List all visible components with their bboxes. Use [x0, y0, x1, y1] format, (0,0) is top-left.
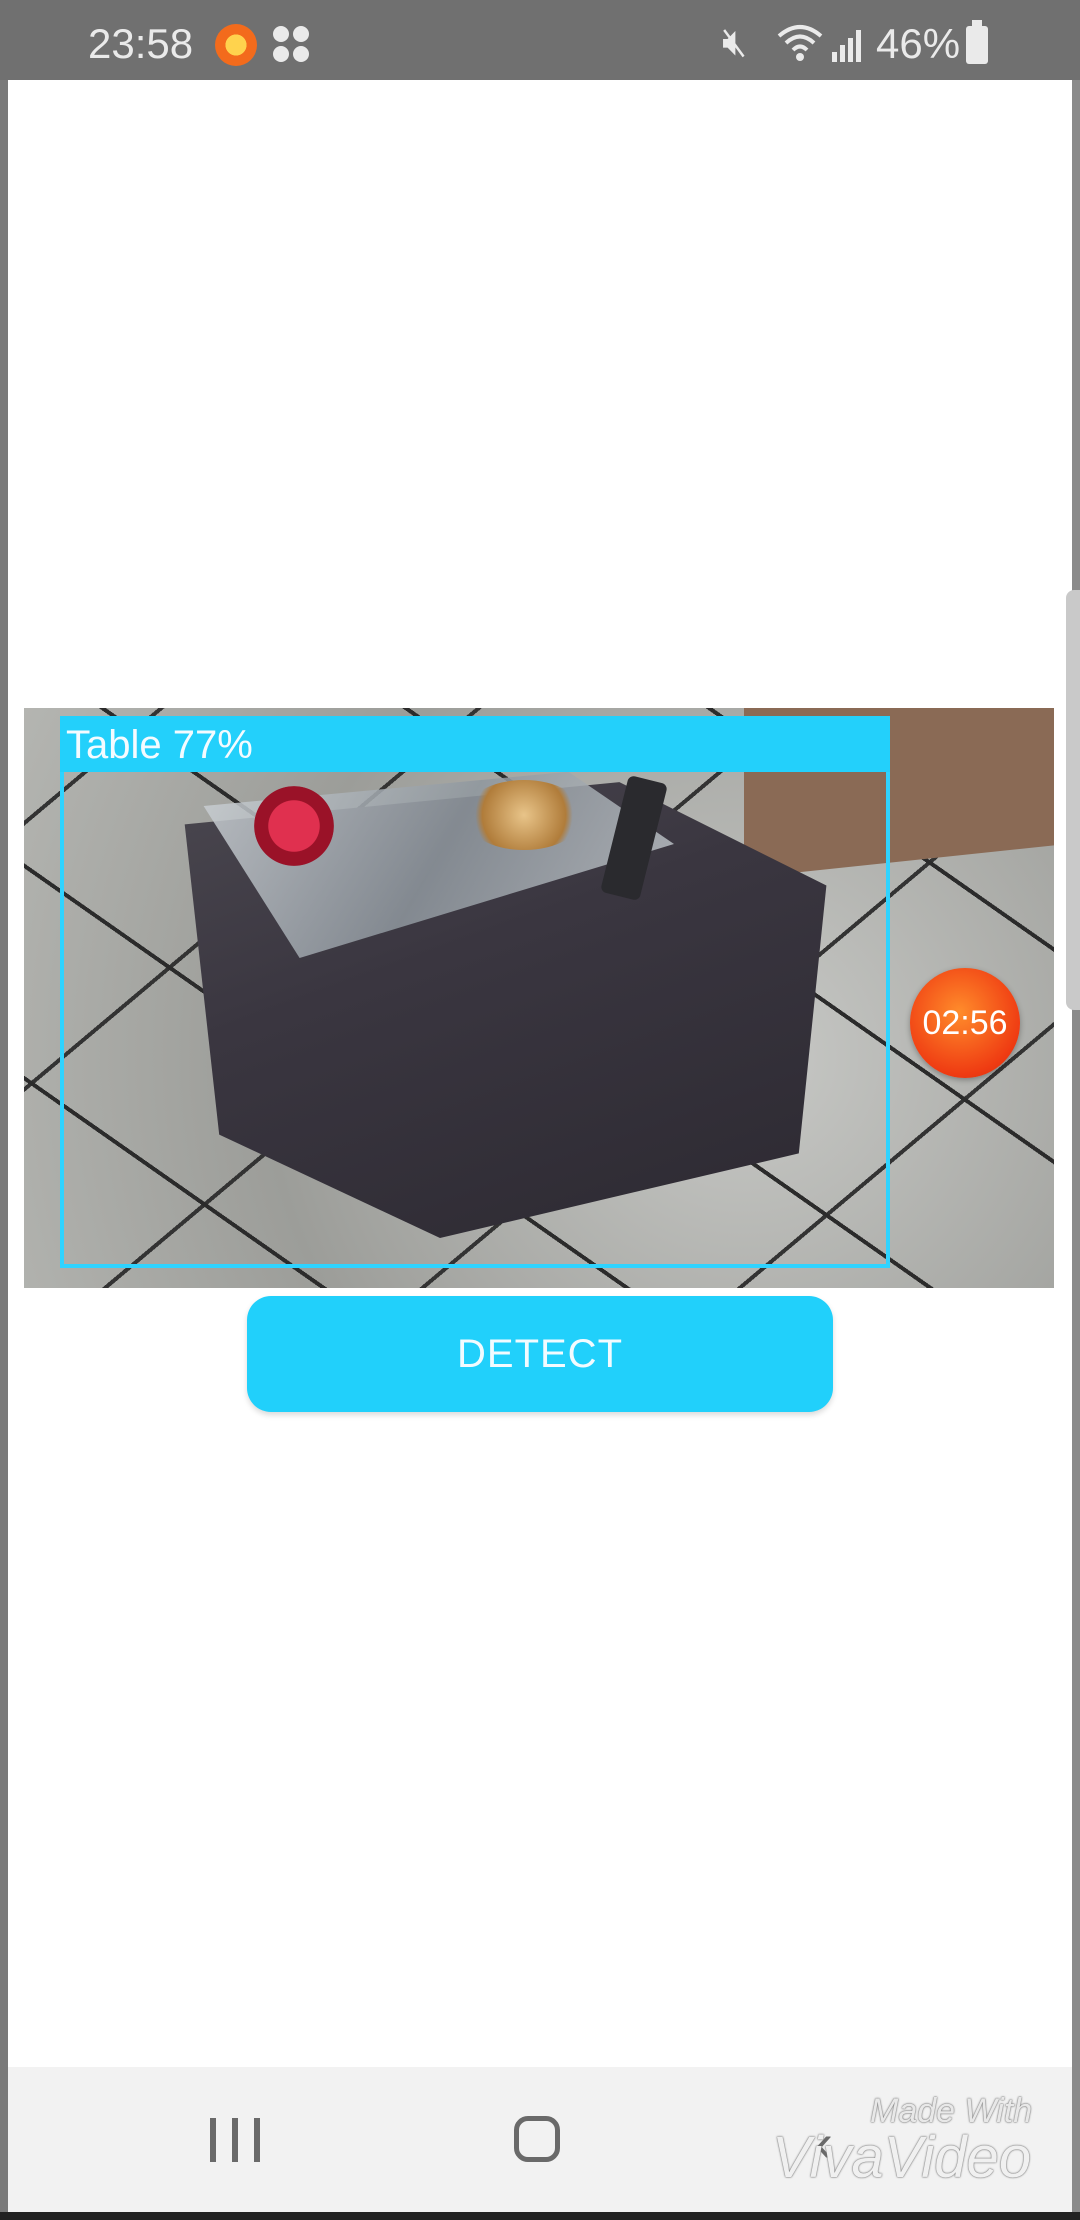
recording-timer-badge[interactable]: 02:56 — [910, 968, 1020, 1078]
device-frame-bottom — [0, 2212, 1080, 2220]
device-frame-left — [0, 0, 8, 2220]
battery-percentage: 46% — [876, 20, 961, 67]
status-bar: 23:58 🔇︎ 46% — [0, 0, 1080, 80]
detection-bounding-box — [60, 716, 890, 1268]
recent-apps-icon[interactable] — [210, 2118, 260, 2162]
status-time: 23:58 — [88, 20, 194, 67]
mute-icon: 🔇︎ — [722, 20, 748, 64]
watermark-brand: VivaVideo — [772, 2125, 1032, 2190]
apps-grid-icon — [273, 26, 309, 62]
device-frame-right — [1072, 0, 1080, 2220]
camera-preview: Table 77% — [24, 708, 1054, 1288]
detect-button[interactable]: DETECT — [247, 1296, 833, 1412]
wifi-icon — [777, 25, 823, 61]
detection-label: Table 77% — [66, 723, 253, 767]
app-notification-icon — [215, 24, 257, 66]
edge-panel-handle[interactable] — [1066, 590, 1080, 1010]
home-icon[interactable] — [514, 2116, 560, 2162]
signal-icon — [832, 30, 861, 62]
battery-icon — [966, 20, 988, 64]
